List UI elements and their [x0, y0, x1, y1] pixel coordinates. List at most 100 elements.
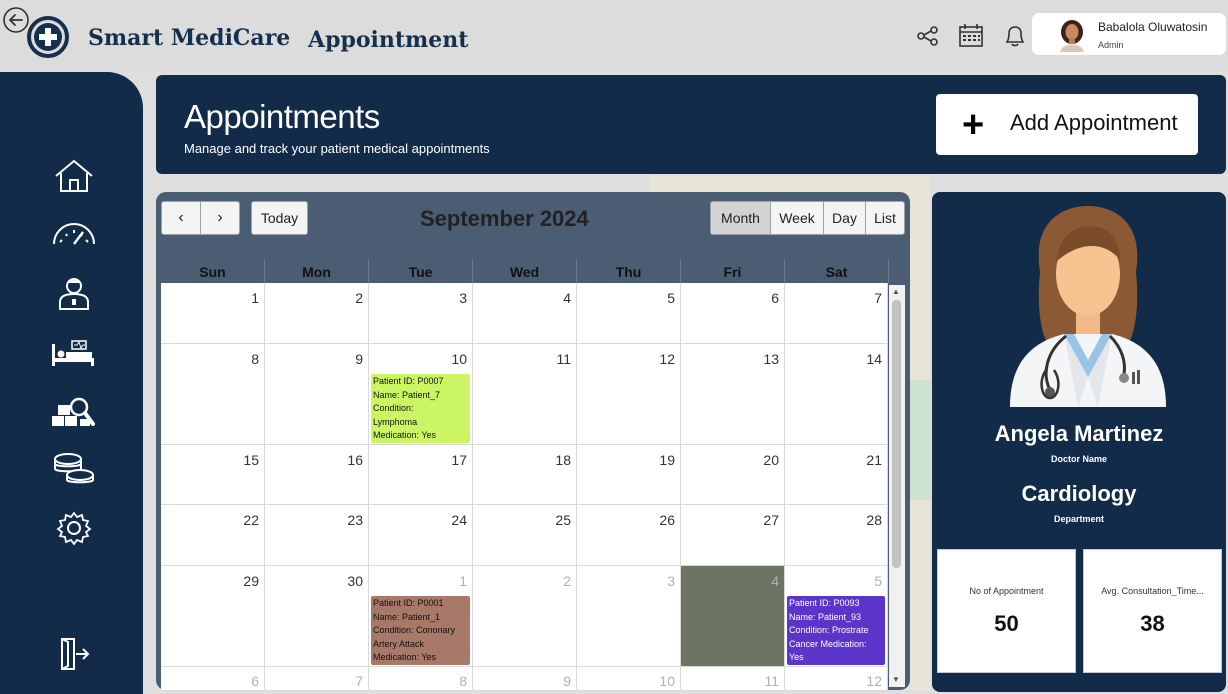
weekday-thu: Thu — [577, 259, 681, 283]
calendar-day-number: 9 — [355, 351, 363, 367]
event-text-line: Patient ID: P0007 — [373, 376, 444, 386]
app-title: Smart MediCare — [88, 25, 291, 51]
calendar-day-number: 17 — [451, 452, 467, 468]
appointment-event[interactable]: Patient ID: P0093 Name: Patient_93 Conditi… — [787, 596, 885, 665]
user-role: Admin — [1098, 40, 1124, 50]
calendar-day-number: 11 — [556, 351, 571, 367]
calendar-day-number: 25 — [555, 512, 571, 528]
calendar-day-number: 3 — [459, 290, 467, 306]
scroll-up-icon[interactable]: ▲ — [892, 287, 900, 296]
prev-month-button[interactable]: ‹ — [161, 201, 201, 235]
calendar-day-number: 6 — [771, 290, 779, 306]
calendar-day-number: 13 — [763, 351, 779, 367]
event-text-line: Name: Patient_7 — [373, 389, 441, 400]
calendar-day-number: 23 — [347, 512, 363, 528]
event-text-line: Artery Attack — [373, 638, 425, 649]
today-button[interactable]: Today — [251, 201, 308, 235]
calendar-day-number: 14 — [866, 351, 882, 367]
user-name: Babalola Oluwatosin — [1098, 20, 1208, 34]
add-appointment-label: Add Appointment — [1010, 110, 1178, 135]
calendar-day-number: 1 — [251, 290, 259, 306]
logout-icon[interactable] — [48, 636, 100, 672]
calendar-day-number: 11 — [764, 673, 779, 689]
calendar-day-number: 4 — [771, 573, 779, 589]
event-text-line: Condition: Cononary — [373, 625, 456, 635]
dashboard-gauge-icon[interactable] — [48, 218, 100, 254]
app-subtitle: Appointment — [308, 27, 469, 53]
calendar-day-number: 22 — [243, 512, 259, 528]
calendar-day-number: 5 — [874, 573, 882, 589]
event-text-line: Condition: Prostrate — [789, 625, 869, 635]
calendar-day-number: 30 — [347, 573, 363, 589]
calendar-day-number: 24 — [451, 512, 467, 528]
calendar-day-number: 15 — [243, 452, 259, 468]
doctor-icon[interactable] — [48, 275, 100, 311]
calendar-day-number: 1 — [459, 573, 467, 589]
weekday-sat: Sat — [785, 259, 889, 283]
event-text-line: Cancer Medication: — [789, 638, 867, 649]
appointment-event[interactable]: Patient ID: P0007 Name: Patient_7 Conditio… — [371, 374, 470, 443]
event-text-line: Yes — [789, 652, 804, 662]
calendar-day-number: 21 — [866, 452, 882, 468]
weekday-mon: Mon — [265, 259, 369, 283]
coins-icon[interactable] — [48, 451, 100, 487]
doctor-name-label: Doctor Name — [1050, 454, 1107, 464]
hospital-bed-icon[interactable] — [48, 336, 100, 372]
calendar-day-number: 12 — [866, 673, 882, 689]
calendar-day-number: 16 — [347, 452, 363, 468]
inventory-search-icon[interactable] — [48, 394, 100, 430]
weekday-wed: Wed — [473, 259, 577, 283]
calendar-day-number: 2 — [563, 573, 571, 589]
event-text-line: Medication: Yes — [373, 430, 437, 440]
event-text-line: Condition: — [373, 403, 414, 413]
calendar-day-number: 29 — [243, 573, 259, 589]
page-subtitle: Manage and track your patient medical ap… — [184, 141, 490, 156]
medical-cross-logo-icon — [24, 16, 72, 58]
scrollbar-thumb[interactable] — [892, 300, 901, 568]
calendar-icon[interactable] — [957, 22, 985, 50]
kpi-value-appointments: 50 — [994, 611, 1019, 636]
calendar-day-number: 27 — [763, 512, 779, 528]
doctor-name: Angela Martinez — [994, 421, 1164, 446]
weekday-fri: Fri — [681, 259, 785, 283]
event-text-line: Patient ID: P0001 — [373, 598, 444, 608]
home-icon[interactable] — [48, 158, 100, 194]
next-month-button[interactable]: › — [200, 201, 240, 235]
page-title: Appointments — [184, 98, 380, 135]
calendar-day-number: 28 — [866, 512, 882, 528]
weekday-tue: Tue — [369, 259, 473, 283]
calendar-day-number: 3 — [667, 573, 675, 589]
calendar-day-number: 26 — [659, 512, 675, 528]
kpi-label-appointments: No of Appointment — [969, 586, 1044, 596]
event-text-line: Patient ID: P0093 — [789, 598, 860, 608]
bell-icon[interactable] — [1001, 22, 1029, 50]
event-text-line: Name: Patient_93 — [789, 611, 862, 622]
view-day-button[interactable]: Day — [823, 201, 866, 235]
gear-icon[interactable] — [48, 510, 100, 546]
appointment-event[interactable]: Patient ID: P0001 Name: Patient_1 Conditio… — [371, 596, 470, 665]
share-icon[interactable] — [914, 22, 942, 50]
view-list-button[interactable]: List — [865, 201, 905, 235]
scroll-down-icon[interactable]: ▼ — [892, 675, 900, 684]
view-month-button[interactable]: Month — [710, 201, 771, 235]
calendar-day-number: 10 — [659, 673, 675, 689]
calendar-day-number: 12 — [659, 351, 675, 367]
doctor-illustration — [1002, 202, 1174, 407]
kpi-value-consultation-time: 38 — [1140, 611, 1165, 636]
plus-icon: + — [962, 104, 985, 146]
calendar-day-number: 9 — [563, 673, 571, 689]
department-name: Cardiology — [1021, 481, 1137, 506]
calendar-day-number: 8 — [459, 673, 467, 689]
avatar — [1056, 18, 1088, 52]
month-title: September 2024 — [420, 206, 589, 231]
calendar-day-number: 10 — [451, 351, 467, 367]
event-text-line: Medication: Yes — [373, 652, 437, 662]
kpi-label-consultation-time: Avg. Consultation_Time... — [1101, 586, 1204, 596]
department-label: Department — [1053, 514, 1104, 524]
event-text-line: Name: Patient_1 — [373, 611, 441, 622]
calendar-day-number: 4 — [563, 290, 571, 306]
view-week-button[interactable]: Week — [770, 201, 824, 235]
weekday-sun: Sun — [161, 259, 265, 283]
calendar-day-number: 20 — [763, 452, 779, 468]
calendar-day-number: 7 — [355, 673, 363, 689]
